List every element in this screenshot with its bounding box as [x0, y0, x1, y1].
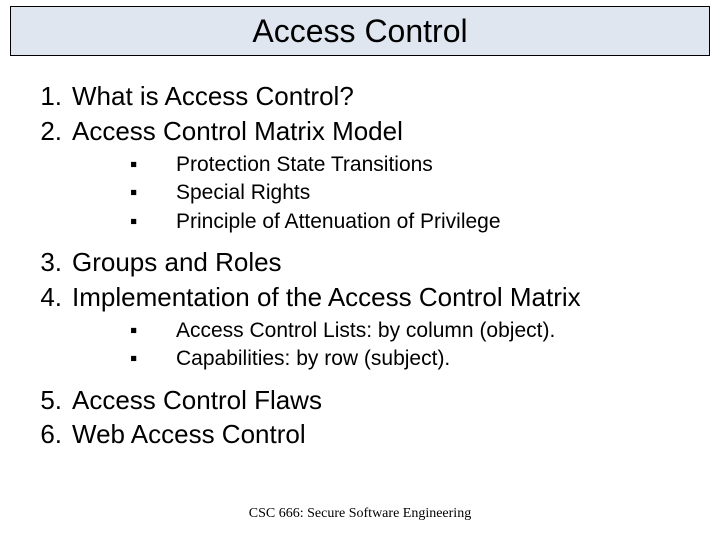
item-text: Access Control Flaws	[72, 384, 322, 417]
item-text: Implementation of the Access Control Mat…	[72, 281, 581, 314]
sub-list: ▪ Access Control Lists: by column (objec…	[130, 317, 700, 374]
list-item: 2. Access Control Matrix Model	[20, 115, 700, 148]
list-item: 1. What is Access Control?	[20, 80, 700, 113]
sub-item-text: Capabilities: by row (subject).	[176, 345, 450, 373]
item-number: 3.	[20, 246, 72, 279]
list-item: ▪ Capabilities: by row (subject).	[130, 345, 700, 373]
slide-body: 1. What is Access Control? 2. Access Con…	[20, 80, 700, 453]
square-bullet-icon: ▪	[130, 345, 176, 373]
item-text: Web Access Control	[72, 418, 306, 451]
item-number: 5.	[20, 384, 72, 417]
list-item: 6. Web Access Control	[20, 418, 700, 451]
square-bullet-icon: ▪	[130, 317, 176, 345]
sub-item-text: Protection State Transitions	[176, 151, 433, 179]
list-item: ▪ Protection State Transitions	[130, 151, 700, 179]
list-item: 4. Implementation of the Access Control …	[20, 281, 700, 314]
list-item: ▪ Access Control Lists: by column (objec…	[130, 317, 700, 345]
item-text: Groups and Roles	[72, 246, 282, 279]
slide: Access Control 1. What is Access Control…	[0, 0, 720, 540]
sub-list: ▪ Protection State Transitions ▪ Special…	[130, 151, 700, 236]
square-bullet-icon: ▪	[130, 179, 176, 207]
list-item: 3. Groups and Roles	[20, 246, 700, 279]
item-number: 2.	[20, 115, 72, 148]
slide-title: Access Control	[252, 13, 467, 50]
item-text: What is Access Control?	[72, 80, 354, 113]
square-bullet-icon: ▪	[130, 208, 176, 236]
list-item: ▪ Principle of Attenuation of Privilege	[130, 208, 700, 236]
list-item: 5. Access Control Flaws	[20, 384, 700, 417]
item-number: 1.	[20, 80, 72, 113]
item-text: Access Control Matrix Model	[72, 115, 403, 148]
square-bullet-icon: ▪	[130, 151, 176, 179]
sub-item-text: Special Rights	[176, 179, 310, 207]
item-number: 6.	[20, 418, 72, 451]
sub-item-text: Principle of Attenuation of Privilege	[176, 208, 501, 236]
item-number: 4.	[20, 281, 72, 314]
sub-item-text: Access Control Lists: by column (object)…	[176, 317, 555, 345]
list-item: ▪ Special Rights	[130, 179, 700, 207]
slide-footer: CSC 666: Secure Software Engineering	[0, 506, 720, 522]
title-box: Access Control	[10, 6, 710, 56]
